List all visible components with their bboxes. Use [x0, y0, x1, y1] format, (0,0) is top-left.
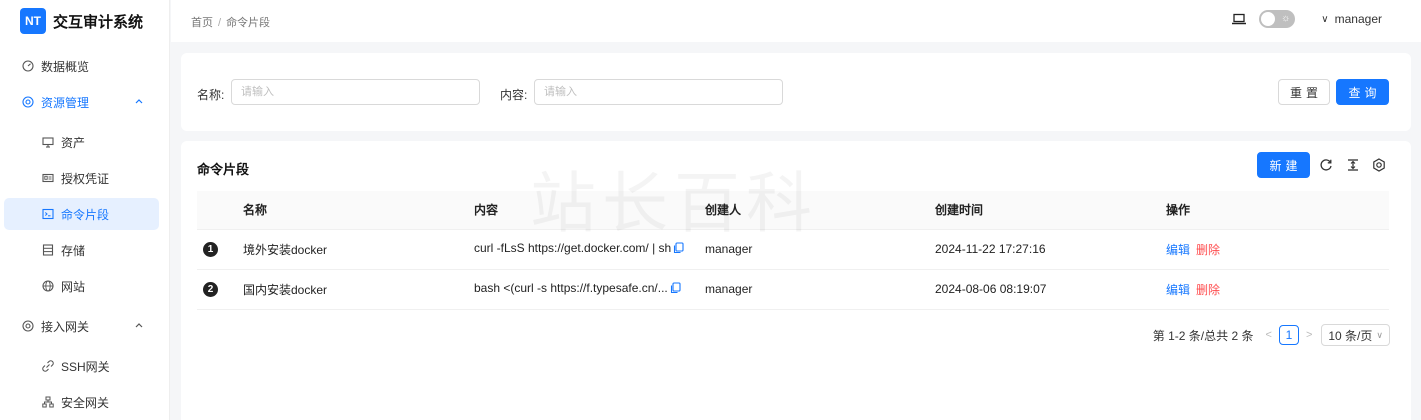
header-actions: ☼ ∨ manager: [1231, 10, 1382, 28]
sidebar-item-label: 数据概览: [41, 59, 90, 74]
breadcrumb-separator: /: [218, 17, 222, 29]
page-size-value: 10 条/页: [1328, 328, 1373, 343]
user-menu[interactable]: ∨ manager: [1321, 12, 1382, 26]
copy-icon[interactable]: [670, 282, 681, 297]
cloud-icon: [21, 95, 35, 109]
sidebar-item-ssh-gateway[interactable]: SSH网关: [0, 350, 170, 382]
row-index-badge: 1: [203, 242, 218, 257]
column-height-icon[interactable]: [1345, 157, 1361, 173]
column-header-content: 内容: [474, 191, 705, 230]
pagination: 第 1-2 条/总共 2 条 < 1 > 10 条/页 ∨: [1153, 324, 1390, 346]
row-name: 境外安装docker: [243, 229, 474, 270]
sidebar-item-label: 资产: [61, 135, 86, 150]
row-created-time: 2024-08-06 08:19:07: [935, 269, 1166, 310]
chevron-up-icon[interactable]: [134, 320, 144, 330]
name-label: 名称:: [197, 88, 225, 102]
sidebar-item-label: 授权凭证: [61, 171, 110, 186]
gateway-icon: [21, 319, 35, 333]
sidebar-item-storage[interactable]: 存储: [0, 234, 170, 266]
link-icon: [41, 359, 55, 373]
sidebar-item-security-gateway[interactable]: 安全网关: [0, 386, 170, 418]
row-created-time: 2024-11-22 17:27:16: [935, 229, 1166, 270]
content-label: 内容:: [500, 88, 528, 102]
row-actions: 编辑 删除: [1166, 269, 1389, 310]
row-creator: manager: [705, 269, 935, 310]
storage-icon: [41, 243, 55, 257]
chevron-down-icon: ∨: [1321, 13, 1329, 25]
prev-page-button[interactable]: <: [1266, 329, 1272, 341]
monitor-icon: [41, 135, 55, 149]
sidebar-item-resource-management[interactable]: 资源管理: [0, 86, 170, 118]
sidebar-item-label: 安全网关: [61, 395, 110, 410]
table-panel: 命令片段 新建 名称 内容 创建人 创建时间 操作 1 境外安装docker c…: [181, 141, 1411, 420]
column-header-index: [197, 191, 243, 230]
page-size-select[interactable]: 10 条/页 ∨: [1321, 324, 1390, 346]
reset-button[interactable]: 重置: [1278, 79, 1330, 105]
row-index-badge: 2: [203, 282, 218, 297]
snippets-table: 名称 内容 创建人 创建时间 操作 1 境外安装docker curl -fLs…: [197, 191, 1389, 310]
table-header-row: 名称 内容 创建人 创建时间 操作: [197, 191, 1389, 230]
sidebar-item-dashboard[interactable]: 数据概览: [0, 50, 170, 82]
row-actions: 编辑 删除: [1166, 229, 1389, 270]
table-row: 1 境外安装docker curl -fLsS https://get.dock…: [197, 229, 1389, 270]
row-creator: manager: [705, 229, 935, 270]
settings-gear-icon[interactable]: [1371, 157, 1387, 173]
sidebar-item-command-snippets[interactable]: 命令片段: [4, 198, 159, 230]
row-content: curl -fLsS https://get.docker.com/ | sh: [474, 241, 672, 255]
content-search-input[interactable]: [534, 79, 783, 105]
sidebar-item-access-gateway[interactable]: 接入网关: [0, 310, 170, 342]
breadcrumb-home[interactable]: 首页: [191, 17, 213, 29]
row-content: bash <(curl -s https://f.typesafe.cn/...: [474, 281, 668, 295]
theme-toggle[interactable]: ☼: [1259, 10, 1296, 28]
breadcrumb: 首页 / 命令片段: [191, 14, 270, 30]
delete-link[interactable]: 删除: [1196, 283, 1220, 297]
column-header-creator: 创建人: [705, 191, 935, 230]
table-row: 2 国内安装docker bash <(curl -s https://f.ty…: [197, 269, 1389, 310]
name-search-input[interactable]: [231, 79, 480, 105]
edit-link[interactable]: 编辑: [1166, 243, 1190, 257]
pagination-summary: 第 1-2 条/总共 2 条: [1152, 328, 1254, 343]
panel-title: 命令片段: [197, 162, 250, 177]
column-header-created-time: 创建时间: [935, 191, 1166, 230]
logo-badge: NT: [20, 8, 46, 34]
sidebar-item-label: SSH网关: [61, 359, 110, 374]
column-header-name: 名称: [243, 191, 474, 230]
laptop-icon[interactable]: [1231, 11, 1247, 27]
reload-icon[interactable]: [1318, 157, 1334, 173]
top-header: 首页 / 命令片段 ☼ ∨ manager: [171, 0, 1421, 42]
page-1-button[interactable]: 1: [1278, 325, 1299, 345]
search-panel: 名称: 内容: 重置 查询: [181, 53, 1411, 131]
row-content-cell: curl -fLsS https://get.docker.com/ | sh: [474, 229, 705, 270]
sun-icon: ☼: [1281, 13, 1291, 24]
edit-link[interactable]: 编辑: [1166, 283, 1190, 297]
sidebar-item-label: 资源管理: [41, 95, 90, 110]
breadcrumb-current: 命令片段: [226, 17, 271, 29]
new-button[interactable]: 新建: [1257, 152, 1310, 178]
chevron-down-icon: ∨: [1376, 329, 1383, 340]
sidebar: NT 交互审计系统 数据概览 资源管理 资产 授权凭证 命令片段 存储 网站 接…: [0, 0, 170, 420]
terminal-icon: [41, 207, 55, 221]
app-logo[interactable]: NT 交互审计系统: [0, 0, 169, 42]
dashboard-icon: [21, 59, 35, 73]
query-button[interactable]: 查询: [1336, 79, 1389, 105]
sidebar-item-label: 命令片段: [61, 207, 110, 222]
sidebar-item-credentials[interactable]: 授权凭证: [0, 162, 170, 194]
user-name: manager: [1334, 12, 1382, 26]
copy-icon[interactable]: [673, 242, 684, 257]
delete-link[interactable]: 删除: [1196, 243, 1220, 257]
globe-icon: [41, 279, 55, 293]
chevron-up-icon[interactable]: [134, 96, 144, 106]
cluster-icon: [41, 395, 55, 409]
row-content-cell: bash <(curl -s https://f.typesafe.cn/...: [474, 269, 705, 310]
sidebar-item-website[interactable]: 网站: [0, 270, 170, 302]
next-page-button[interactable]: >: [1306, 329, 1312, 341]
sidebar-item-assets[interactable]: 资产: [0, 126, 170, 158]
sidebar-item-label: 存储: [61, 243, 86, 258]
row-name: 国内安装docker: [243, 269, 474, 310]
app-title: 交互审计系统: [53, 13, 144, 31]
sidebar-item-label: 接入网关: [41, 319, 90, 334]
id-card-icon: [41, 171, 55, 185]
sidebar-item-label: 网站: [61, 279, 86, 294]
column-header-actions: 操作: [1166, 191, 1389, 230]
